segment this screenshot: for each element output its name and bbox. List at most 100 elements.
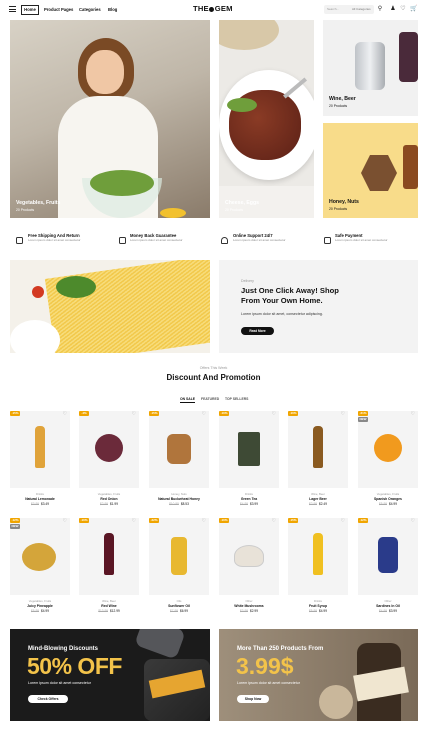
wishlist-heart-icon[interactable]: ♡ [132, 412, 136, 417]
product-card[interactable]: -10% ♡ [219, 411, 279, 488]
product-name[interactable]: Red Wine [79, 604, 139, 608]
search-icon[interactable]: ⚲ [377, 6, 383, 12]
feature-payment: Safe Payment Lorem ipsum dolor sit amet … [335, 233, 388, 249]
wishlist-icon[interactable]: ♡ [400, 6, 406, 12]
sale-price: $6.99 [180, 609, 188, 613]
promo-title-line-2: From Your Own Home. [241, 296, 323, 305]
product-card[interactable]: -12% ♡ [358, 518, 418, 595]
search-category-select[interactable]: All Categories [352, 5, 371, 14]
tab-top-sellers[interactable]: TOP SELLERS [225, 396, 248, 402]
discount-badge: -22% [149, 518, 159, 523]
nav-product-pages[interactable]: Product Pages [44, 5, 73, 15]
sale-price: $1.99 [110, 502, 118, 506]
wishlist-heart-icon[interactable]: ♡ [202, 412, 206, 417]
nav-home[interactable]: Home [21, 5, 39, 15]
wishlist-heart-icon[interactable]: ♡ [411, 519, 415, 524]
promo-text: Lorem ipsum dolor sit amet, consectetur … [241, 312, 323, 316]
product-name[interactable]: Juicy Pineapple [10, 604, 70, 608]
product-name[interactable]: Fruit Syrup [288, 604, 348, 608]
old-price: $4.99 [240, 502, 248, 506]
spaghetti [44, 260, 210, 353]
tile-count: 20 Products [16, 208, 35, 212]
product-price: $4.99 $3.99 [358, 609, 418, 613]
discount-badge: -10% [219, 411, 229, 416]
feature-money-back: Money Back Guarantee Lorem ipsum dolor s… [130, 233, 183, 249]
discount-badge: -15% [10, 411, 20, 416]
product-card[interactable]: -10% ♡ [219, 518, 279, 595]
wishlist-heart-icon[interactable]: ♡ [341, 412, 345, 417]
product-card[interactable]: -10% ♡ [79, 518, 139, 595]
check-offers-button[interactable]: Check Offers [28, 695, 68, 703]
tile-cheese-eggs[interactable]: Cheese, Eggs 20 Products [219, 20, 314, 218]
old-price: $13.99 [98, 609, 108, 613]
nav-blog[interactable]: Blog [108, 5, 117, 15]
product-name[interactable]: Natural Lemonade [10, 497, 70, 501]
product-card[interactable]: -15% ♡ [288, 518, 348, 595]
lemons [160, 208, 186, 218]
banner-title: Mind-Blowing Discounts [28, 646, 98, 652]
wishlist-heart-icon[interactable]: ♡ [132, 519, 136, 524]
tab-on-sale[interactable]: ON SALE [180, 396, 196, 403]
tile-title: Honey, Nuts [329, 199, 359, 205]
product-image [313, 425, 323, 468]
product-category: Honey, Nuts [171, 492, 187, 496]
product-name[interactable]: Lager Beer [288, 497, 348, 501]
product-image [313, 532, 323, 575]
wishlist-heart-icon[interactable]: ♡ [63, 519, 67, 524]
product-image [378, 536, 398, 573]
feature-text: Lorem ipsum dolor sit amet consectetur [130, 238, 183, 242]
banner-big-text: 50% OFF [27, 653, 122, 679]
logo-mark-icon [209, 6, 215, 12]
wishlist-heart-icon[interactable]: ♡ [341, 519, 345, 524]
product-name[interactable]: White Mushrooms [219, 604, 279, 608]
logo[interactable]: THE GEM [193, 4, 233, 13]
section-eyebrow: Offers This Week [199, 366, 228, 370]
banner-title: More Than 250 Products From [237, 646, 324, 652]
product-card[interactable]: -15% ♡ [149, 411, 209, 488]
discount-badge: -12% [358, 518, 368, 523]
product-card[interactable]: -15% ♡ [10, 411, 70, 488]
tile-vegetables-fruits[interactable]: Vegetables, Fruits 20 Products [10, 20, 210, 218]
tile-wine-beer[interactable]: Wine, Beer 20 Products [323, 20, 418, 116]
discount-badge: -10% [79, 518, 89, 523]
product-price: $3.99 $3.49 [10, 502, 70, 506]
product-category: Oils [176, 599, 182, 603]
product-card[interactable]: -22% ♡ [149, 518, 209, 595]
product-name[interactable]: Spanish Oranges [358, 497, 418, 501]
tile-honey-nuts[interactable]: Honey, Nuts 20 Products [323, 123, 418, 218]
menu-icon[interactable] [9, 6, 16, 12]
discount-badge: -15% [149, 411, 159, 416]
tab-featured[interactable]: FEATURED [201, 396, 219, 402]
sale-price: $4.99 [41, 609, 49, 613]
shop-now-button[interactable]: Shop Now [237, 695, 269, 703]
old-price: $5.99 [31, 609, 39, 613]
product-card[interactable]: -12% NEW ♡ [10, 518, 70, 595]
product-card[interactable]: -21% NEW ♡ [358, 411, 418, 488]
banner-discounts[interactable]: Mind-Blowing Discounts 50% OFF Lorem ips… [10, 629, 210, 721]
product-image [95, 433, 123, 462]
promo-eyebrow: Delivery [241, 279, 254, 283]
product-card[interactable]: -4% ♡ [79, 411, 139, 488]
wishlist-heart-icon[interactable]: ♡ [202, 519, 206, 524]
product-name[interactable]: Green Tea [219, 497, 279, 501]
product-name[interactable]: Sunflower Oil [149, 604, 209, 608]
cart-icon[interactable]: 🛒 [410, 6, 417, 12]
user-icon[interactable]: ♟ [390, 6, 396, 12]
sale-price: $2.49 [319, 502, 327, 506]
read-more-button[interactable]: Read More [241, 327, 274, 335]
wishlist-heart-icon[interactable]: ♡ [411, 412, 415, 417]
wishlist-heart-icon[interactable]: ♡ [63, 412, 67, 417]
sale-price: $3.99 [250, 502, 258, 506]
product-name[interactable]: Natural Buckwheat Honey [149, 497, 209, 501]
discount-badge: -4% [79, 411, 89, 416]
wishlist-heart-icon[interactable]: ♡ [272, 412, 276, 417]
product-name[interactable]: Red Onion [79, 497, 139, 501]
nav-categories[interactable]: Categories [79, 5, 101, 15]
product-image [374, 433, 402, 462]
product-image [104, 532, 114, 575]
product-price: $5.99 $4.99 [10, 609, 70, 613]
product-name[interactable]: Sardines In Oil [358, 604, 418, 608]
wishlist-heart-icon[interactable]: ♡ [272, 519, 276, 524]
banner-products[interactable]: More Than 250 Products From 3.99$ Lorem … [219, 629, 418, 721]
product-card[interactable]: -10% ♡ [288, 411, 348, 488]
